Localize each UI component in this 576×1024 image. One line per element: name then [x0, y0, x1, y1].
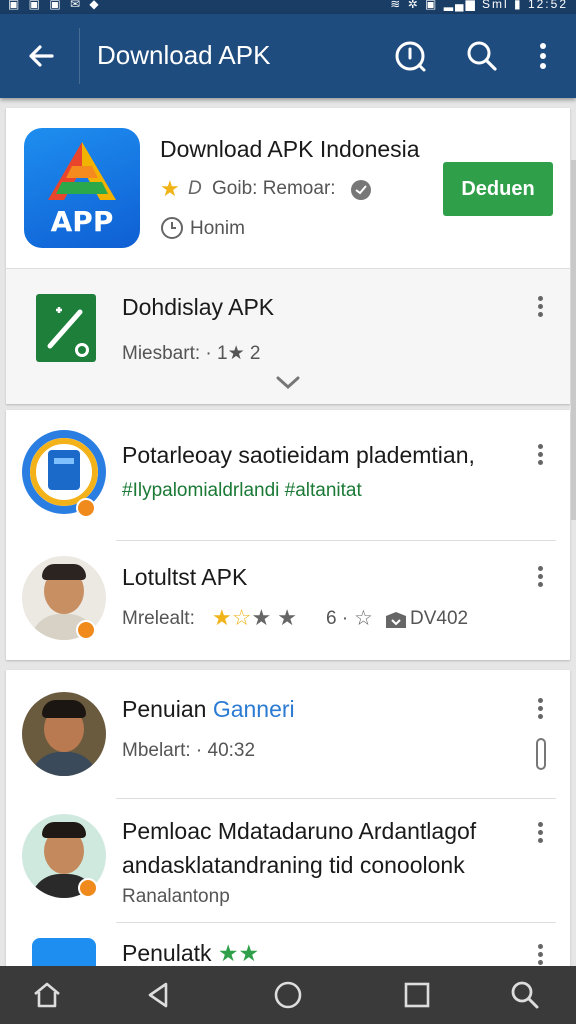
status-left-icons: ▣ ▣ ▣ ✉ ◆	[8, 0, 102, 11]
list-item-menu-icon[interactable]	[534, 820, 546, 844]
star-outline-icon: ☆	[354, 607, 373, 630]
expand-chevron-icon[interactable]	[274, 374, 302, 392]
sub-item-menu-icon[interactable]	[534, 294, 546, 318]
search-nav-icon[interactable]	[508, 978, 542, 1012]
list-item-menu-icon[interactable]	[534, 942, 546, 966]
list-item-menu-icon[interactable]	[534, 564, 546, 588]
badge-icon	[78, 878, 98, 898]
featured-app-title: Download APK Indonesia	[160, 136, 420, 162]
list-item-title: Potarleoay saotieidam plademtian,	[122, 442, 475, 468]
page-title: Download APK	[97, 40, 271, 70]
app-bar: Download APK	[0, 14, 576, 98]
system-nav-bar	[0, 966, 576, 1024]
featured-sub-text: Honim	[190, 218, 245, 239]
list-item-title: Penuian Ganneri	[122, 696, 295, 722]
featured-rating-text: Goib: Remoar:	[212, 178, 336, 199]
sub-item-meta: Miesbart: · 1★ 2	[122, 343, 261, 364]
divider	[116, 798, 556, 799]
avatar	[22, 692, 106, 776]
star-icon: ★	[160, 176, 180, 201]
badge-icon	[76, 620, 96, 640]
list-item-meta: Mbelart: · 40:32	[122, 740, 256, 761]
app-logo-icon: APP	[24, 128, 140, 248]
divider	[6, 268, 570, 269]
list-item-meta: Ranalantonp	[122, 886, 230, 907]
rating-stars: ★☆★ ★	[212, 605, 298, 630]
featured-app-card[interactable]: APP Download APK Indonesia ★ D Goib: Rem…	[6, 108, 570, 404]
app-icon-green	[36, 294, 96, 362]
sub-item-title: Dohdislay APK	[122, 294, 275, 320]
verified-icon	[351, 180, 371, 200]
app-list-card-1: Potarleoay saotieidam plademtian, #Ilypa…	[6, 410, 570, 660]
scrollbar[interactable]	[571, 160, 576, 520]
info-icon[interactable]	[390, 36, 430, 76]
search-icon[interactable]	[462, 36, 502, 76]
download-icon	[386, 612, 406, 628]
list-item-meta-count: 6 ·	[326, 608, 349, 629]
status-bar: ▣ ▣ ▣ ✉ ◆ ≋ ✲ ▣ ▂▄▆ Sml ▮ 12:52	[0, 0, 576, 14]
recents-icon[interactable]	[400, 978, 434, 1012]
app-list-card-2: Penuian Ganneri Mbelart: · 40:32 Pemloac…	[6, 670, 570, 978]
divider	[116, 540, 556, 541]
list-item-menu-icon[interactable]	[534, 696, 546, 720]
list-item-title-line1: Pemloac Mdatadaruno Ardantlagof	[122, 818, 477, 844]
install-button[interactable]: Deduen	[443, 162, 553, 216]
list-item-title: Lotultst APK	[122, 564, 248, 590]
rating-glyph: D	[188, 178, 202, 199]
more-options-icon[interactable]	[523, 36, 563, 76]
list-item-title-line2: andasklatandraning tid conoolonk	[122, 852, 465, 878]
home-icon[interactable]	[30, 978, 64, 1012]
home-circle-icon[interactable]	[271, 978, 305, 1012]
list-item-meta-tail: DV402	[410, 608, 469, 629]
list-item-title: Penulatk ★★	[122, 940, 260, 966]
list-item-hashtags: #Ilypalomialdrlandi #altanitat	[122, 480, 362, 501]
clock-icon	[161, 217, 183, 239]
feather-icon	[47, 307, 89, 357]
app-bar-divider	[79, 28, 80, 84]
badge-icon	[76, 498, 96, 518]
back-nav-icon[interactable]	[142, 978, 176, 1012]
list-item-meta-label: Mrelealt:	[122, 608, 195, 629]
scroll-indicator[interactable]	[536, 738, 546, 770]
app-logo-graphic	[48, 142, 116, 200]
app-logo-text: APP	[50, 205, 114, 238]
status-right-info: ≋ ✲ ▣ ▂▄▆ Sml ▮ 12:52	[390, 0, 568, 11]
list-item-menu-icon[interactable]	[534, 442, 546, 466]
divider	[116, 922, 556, 923]
back-arrow-icon[interactable]	[22, 36, 62, 76]
